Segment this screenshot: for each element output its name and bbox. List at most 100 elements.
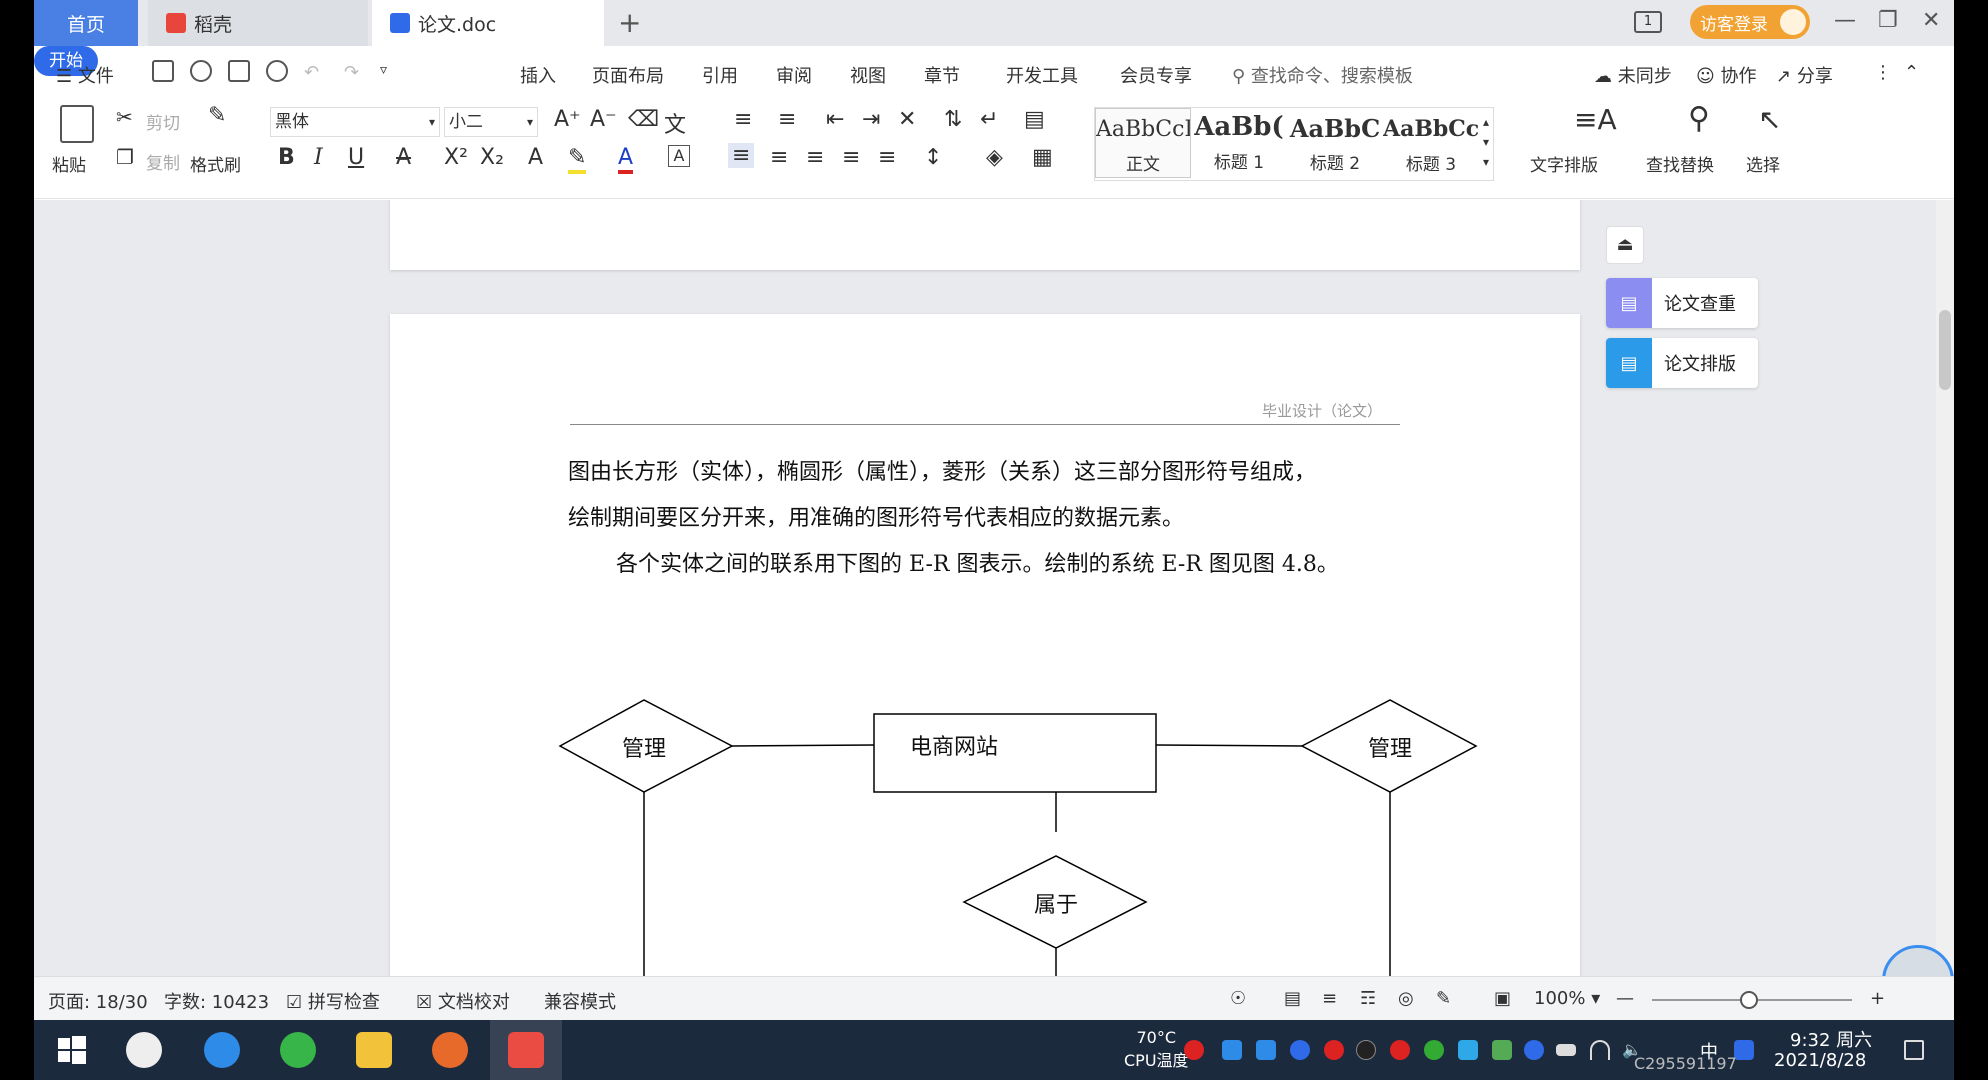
- line-spacing-icon[interactable]: ↕: [924, 145, 942, 170]
- close-icon[interactable]: ✕: [1922, 8, 1940, 33]
- wifi-icon[interactable]: [1590, 1040, 1610, 1060]
- font-color-icon[interactable]: A: [618, 145, 634, 174]
- media-app-icon[interactable]: [432, 1032, 468, 1068]
- superscript-icon[interactable]: X²: [444, 145, 468, 170]
- text-layout-button[interactable]: 文字排版: [1530, 151, 1598, 176]
- doc-proof-button[interactable]: ☒ 文档校对: [416, 988, 510, 1014]
- fan-app-icon[interactable]: [126, 1032, 162, 1068]
- qq-icon[interactable]: [1356, 1040, 1376, 1060]
- qq-icon[interactable]: [1390, 1040, 1410, 1060]
- menu-member[interactable]: 会员专享: [1120, 62, 1192, 88]
- format-painter-icon[interactable]: ✎: [208, 103, 226, 128]
- redo-icon[interactable]: ↷: [344, 62, 359, 83]
- command-search[interactable]: ⚲ 查找命令、搜索模板: [1232, 62, 1413, 88]
- bold-icon[interactable]: B: [278, 145, 295, 170]
- align-right-icon[interactable]: ≡: [806, 145, 824, 170]
- sync-button[interactable]: ☁ 未同步: [1594, 62, 1672, 88]
- subscript-icon[interactable]: X₂: [480, 145, 504, 170]
- guest-login-button[interactable]: 访客登录: [1690, 5, 1810, 39]
- show-marks-icon[interactable]: ↵: [980, 107, 998, 132]
- browser-icon[interactable]: [280, 1032, 316, 1068]
- spell-check-button[interactable]: ☑ 拼写检查: [286, 988, 380, 1014]
- input-method-icon[interactable]: [1734, 1040, 1754, 1060]
- cut-icon[interactable]: ✂: [116, 105, 133, 129]
- cut-button[interactable]: 剪切: [146, 109, 180, 134]
- style-heading-2[interactable]: AaBbC 标题 2: [1287, 108, 1383, 178]
- menu-chapter[interactable]: 章节: [924, 62, 960, 88]
- text-layout-icon[interactable]: ≡A: [1574, 103, 1617, 136]
- decrease-indent-icon[interactable]: ⇤: [826, 107, 844, 132]
- shrink-font-icon[interactable]: A⁻: [590, 107, 617, 132]
- battery-icon[interactable]: [1556, 1044, 1576, 1056]
- phonetic-guide-icon[interactable]: 文: [664, 107, 686, 139]
- copy-icon[interactable]: ❐: [116, 145, 134, 169]
- print-preview-icon[interactable]: [266, 60, 288, 82]
- zoom-slider-knob[interactable]: [1740, 991, 1758, 1009]
- tray-app-icon[interactable]: [1424, 1040, 1444, 1060]
- bullet-list-icon[interactable]: ≡: [734, 107, 752, 132]
- select-button[interactable]: 选择: [1746, 151, 1780, 176]
- zoom-in-icon[interactable]: +: [1870, 988, 1885, 1009]
- scrollbar-thumb[interactable]: [1939, 310, 1951, 390]
- nvidia-icon[interactable]: [1492, 1040, 1512, 1060]
- clock-date[interactable]: 2021/8/28: [1774, 1050, 1866, 1071]
- clear-format-icon[interactable]: ⌫: [628, 107, 659, 132]
- tray-app-icon[interactable]: [1222, 1040, 1242, 1060]
- paste-icon[interactable]: [60, 105, 94, 143]
- tab-daoke[interactable]: 稻壳: [148, 0, 368, 46]
- folder-icon[interactable]: [356, 1032, 392, 1068]
- font-size-select[interactable]: 小二 ▾: [444, 107, 538, 137]
- file-menu[interactable]: ☰ 文件: [56, 62, 114, 88]
- format-painter-button[interactable]: 格式刷: [190, 151, 241, 176]
- cpu-temp-widget[interactable]: 70°C CPU温度: [1124, 1028, 1189, 1071]
- shading-icon[interactable]: ◈: [986, 145, 1003, 170]
- collapse-ribbon-icon[interactable]: ⌃: [1904, 62, 1919, 83]
- qq-icon[interactable]: [1324, 1040, 1344, 1060]
- zoom-out-icon[interactable]: —: [1616, 988, 1634, 1009]
- bluetooth-icon[interactable]: [1524, 1040, 1544, 1060]
- find-replace-button[interactable]: 查找替换: [1646, 151, 1714, 176]
- quick-access-dropdown-icon[interactable]: ▿: [380, 62, 387, 78]
- tray-app-icon[interactable]: [1458, 1040, 1478, 1060]
- style-normal[interactable]: AaBbCcI 正文: [1095, 108, 1191, 178]
- menu-view[interactable]: 视图: [850, 62, 886, 88]
- tab-document[interactable]: 论文.doc: [372, 0, 604, 46]
- web-view-icon[interactable]: ◎: [1398, 988, 1414, 1009]
- italic-icon[interactable]: I: [314, 145, 323, 170]
- share-button[interactable]: ↗ 分享: [1776, 62, 1833, 88]
- strikethrough-icon[interactable]: A: [396, 145, 411, 170]
- outline-view-icon[interactable]: ≡: [1322, 988, 1337, 1009]
- char-border-icon[interactable]: A: [668, 145, 690, 167]
- pointer-icon[interactable]: ↖: [1758, 103, 1781, 136]
- find-icon[interactable]: ⚲: [1688, 101, 1710, 136]
- minimize-icon[interactable]: —: [1834, 8, 1856, 33]
- justify-icon[interactable]: ≡: [842, 145, 860, 170]
- increase-indent-icon[interactable]: ⇥: [862, 107, 880, 132]
- menu-insert[interactable]: 插入: [520, 62, 556, 88]
- undo-icon[interactable]: ↶: [304, 62, 319, 83]
- ruler-icon[interactable]: ▤: [1024, 107, 1045, 132]
- eye-protection-icon[interactable]: ☉: [1230, 988, 1246, 1009]
- font-name-select[interactable]: 黑体 ▾: [270, 107, 440, 137]
- menu-review[interactable]: 审阅: [776, 62, 812, 88]
- save-icon[interactable]: [152, 60, 174, 82]
- copy-button[interactable]: 复制: [146, 149, 180, 174]
- notification-icon[interactable]: [1904, 1040, 1924, 1060]
- side-panel-collapse-icon[interactable]: ⏏: [1606, 226, 1644, 264]
- chinese-layout-icon[interactable]: ✕: [898, 107, 916, 132]
- ie-icon[interactable]: [204, 1032, 240, 1068]
- windows-start-icon[interactable]: [54, 1032, 90, 1068]
- thesis-format-button[interactable]: ▤ 论文排版: [1606, 338, 1758, 388]
- autosave-icon[interactable]: [190, 60, 212, 82]
- underline-icon[interactable]: U: [348, 145, 364, 170]
- sort-icon[interactable]: ⇅: [944, 107, 962, 132]
- current-page[interactable]: 毕业设计（论文） 图由长方形（实体），椭圆形（属性），菱形（关系）这三部分图形符…: [390, 314, 1580, 976]
- numbered-list-icon[interactable]: ≡: [778, 107, 796, 132]
- style-heading-3[interactable]: AaBbCcl 标题 3: [1383, 108, 1479, 178]
- style-heading-1[interactable]: AaBb( 标题 1: [1191, 108, 1287, 178]
- align-left-icon[interactable]: ≡: [728, 143, 755, 168]
- styles-scroll-icon[interactable]: ▴ ▾ ▾: [1483, 112, 1489, 172]
- shield-icon[interactable]: [1290, 1040, 1310, 1060]
- tab-home[interactable]: 首页: [34, 0, 138, 46]
- clock-time[interactable]: 9:32 周六: [1790, 1026, 1872, 1052]
